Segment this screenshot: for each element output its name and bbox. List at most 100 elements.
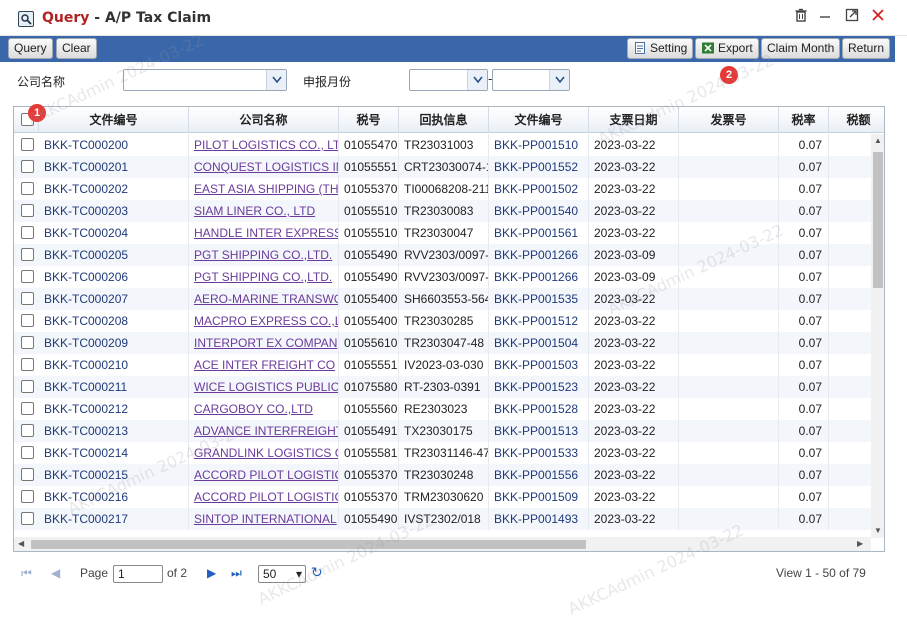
cell-receipt-info: RE2303023 (399, 398, 489, 420)
row-checkbox[interactable] (21, 446, 34, 459)
col-tax-amount-header[interactable]: 税额 (829, 107, 884, 133)
vertical-scrollbar[interactable]: ▲ ▼ (871, 134, 884, 538)
cell-invoice-no (679, 332, 779, 354)
row-checkbox[interactable] (21, 490, 34, 503)
minimize-icon[interactable] (815, 8, 835, 28)
cell-company-name[interactable]: WICE LOGISTICS PUBLIC (189, 376, 339, 398)
first-page-icon[interactable]: ⏮ (21, 566, 32, 581)
row-checkbox[interactable] (21, 160, 34, 173)
col-invoice-no-header[interactable]: 发票号 (679, 107, 779, 133)
cell-company-name[interactable]: GRANDLINK LOGISTICS C (189, 442, 339, 464)
cell-company-name[interactable]: ACE INTER FREIGHT CO (189, 354, 339, 376)
cell-company-name[interactable]: INTERPORT EX COMPAN (189, 332, 339, 354)
horizontal-scroll-thumb[interactable] (31, 540, 586, 549)
export-button[interactable]: Export (695, 38, 759, 59)
table-row[interactable]: BKK-TC000200 PILOT LOGISTICS CO., LTD 0105… (14, 134, 871, 156)
month-select[interactable] (492, 69, 570, 91)
table-row[interactable]: BKK-TC000201 CONQUEST LOGISTICS INC 010555… (14, 156, 871, 178)
cell-company-name[interactable]: PILOT LOGISTICS CO., LTD (189, 134, 339, 156)
cell-company-name[interactable]: EAST ASIA SHIPPING (TH (189, 178, 339, 200)
claim-month-button[interactable]: Claim Month (761, 38, 841, 59)
scroll-up-icon[interactable]: ▲ (874, 134, 882, 148)
row-checkbox[interactable] (21, 226, 34, 239)
clear-button[interactable]: Clear (56, 38, 97, 59)
table-row[interactable]: BKK-TC000211 WICE LOGISTICS PUBLIC 0107558… (14, 376, 871, 398)
row-checkbox[interactable] (21, 358, 34, 371)
cell-company-name[interactable]: MACPRO EXPRESS CO.,L (189, 310, 339, 332)
query-button[interactable]: Query (8, 38, 53, 59)
cell-tax-rate: 0.07 (779, 332, 829, 354)
horizontal-scrollbar[interactable]: ◀ ▶ (14, 537, 871, 551)
prev-page-icon[interactable]: ◀ (51, 566, 60, 580)
scroll-left-icon[interactable]: ◀ (18, 537, 24, 551)
table-row[interactable]: BKK-TC000203 SIAM LINER CO., LTD 01055510 T… (14, 200, 871, 222)
cell-company-name[interactable]: PGT SHIPPING CO.,LTD. (189, 266, 339, 288)
setting-button[interactable]: Setting (627, 38, 694, 59)
cell-tax-rate: 0.07 (779, 200, 829, 222)
cell-company-name[interactable]: ACCORD PILOT LOGISTIC (189, 486, 339, 508)
row-checkbox[interactable] (21, 182, 34, 195)
row-checkbox[interactable] (21, 468, 34, 481)
cell-tax-no: 01055370 (339, 486, 399, 508)
cell-company-name[interactable]: ADVANCE INTERFREIGHT (189, 420, 339, 442)
table-row[interactable]: BKK-TC000202 EAST ASIA SHIPPING (TH 010553… (14, 178, 871, 200)
cell-company-name[interactable]: CONQUEST LOGISTICS INC (189, 156, 339, 178)
trash-icon[interactable] (791, 8, 811, 28)
vertical-scroll-thumb[interactable] (873, 152, 883, 288)
table-row[interactable]: BKK-TC000212 CARGOBOY CO.,LTD 01055560 RE23… (14, 398, 871, 420)
row-checkbox[interactable] (21, 512, 34, 525)
col-tax-rate-header[interactable]: 税率 (779, 107, 829, 133)
cell-company-name[interactable]: AERO-MARINE TRANSWO (189, 288, 339, 310)
row-checkbox[interactable] (21, 314, 34, 327)
table-row[interactable]: BKK-TC000206 PGT SHIPPING CO.,LTD. 0105549… (14, 266, 871, 288)
last-page-icon[interactable]: ⏭ (231, 566, 242, 581)
col-check-date-header[interactable]: 支票日期 (589, 107, 679, 133)
table-row[interactable]: BKK-TC000215 ACCORD PILOT LOGISTIC 0105537… (14, 464, 871, 486)
table-row[interactable]: BKK-TC000204 HANDLE INTER EXPRESS 01055510… (14, 222, 871, 244)
col-receipt-header[interactable]: 回执信息 (399, 107, 489, 133)
row-checkbox[interactable] (21, 270, 34, 283)
refresh-icon[interactable]: ↻ (311, 564, 323, 581)
year-select[interactable] (409, 69, 488, 91)
cell-company-name[interactable]: SIAM LINER CO., LTD (189, 200, 339, 222)
cell-company-name[interactable]: SINTOP INTERNATIONAL (189, 508, 339, 530)
return-button[interactable]: Return (842, 38, 891, 59)
row-checkbox[interactable] (21, 380, 34, 393)
table-row[interactable]: BKK-TC000214 GRANDLINK LOGISTICS C 0105558… (14, 442, 871, 464)
cell-invoice-no (679, 222, 779, 244)
table-row[interactable]: BKK-TC000209 INTERPORT EX COMPAN 01055610 T… (14, 332, 871, 354)
cell-company-name[interactable]: PGT SHIPPING CO.,LTD. (189, 244, 339, 266)
row-checkbox[interactable] (21, 248, 34, 261)
table-row[interactable]: BKK-TC000213 ADVANCE INTERFREIGHT 01055491… (14, 420, 871, 442)
company-select[interactable] (123, 69, 287, 91)
table-row[interactable]: BKK-TC000205 PGT SHIPPING CO.,LTD. 0105549… (14, 244, 871, 266)
cell-tax-no: 01055490 (339, 244, 399, 266)
cell-company-name[interactable]: CARGOBOY CO.,LTD (189, 398, 339, 420)
close-icon[interactable] (868, 8, 888, 28)
scroll-down-icon[interactable]: ▼ (874, 524, 882, 538)
table-row[interactable]: BKK-TC000216 ACCORD PILOT LOGISTIC 0105537… (14, 486, 871, 508)
table-row[interactable]: BKK-TC000207 AERO-MARINE TRANSWO 01055400 S… (14, 288, 871, 310)
page-size-select[interactable]: 50 ▾ (258, 565, 306, 583)
page-input[interactable]: 1 (113, 565, 163, 583)
cell-doc-no: BKK-PP001552 (489, 156, 589, 178)
toolbar: Query Clear Setting Export Claim Month R… (0, 36, 895, 62)
table-row[interactable]: BKK-TC000217 SINTOP INTERNATIONAL 01055490… (14, 508, 871, 530)
next-page-icon[interactable]: ▶ (207, 566, 216, 580)
maximize-icon[interactable] (842, 8, 862, 28)
row-checkbox[interactable] (21, 402, 34, 415)
row-checkbox[interactable] (21, 424, 34, 437)
col-doc-no-header[interactable]: 文件编号 (489, 107, 589, 133)
row-checkbox[interactable] (21, 292, 34, 305)
table-row[interactable]: BKK-TC000210 ACE INTER FREIGHT CO 01055551… (14, 354, 871, 376)
row-checkbox[interactable] (21, 336, 34, 349)
col-tax-no-header[interactable]: 税号 (339, 107, 399, 133)
cell-company-name[interactable]: HANDLE INTER EXPRESS (189, 222, 339, 244)
col-file-no-header[interactable]: 文件编号 (39, 107, 189, 133)
scroll-right-icon[interactable]: ▶ (857, 537, 863, 551)
row-checkbox[interactable] (21, 138, 34, 151)
table-row[interactable]: BKK-TC000208 MACPRO EXPRESS CO.,L 01055400… (14, 310, 871, 332)
cell-company-name[interactable]: ACCORD PILOT LOGISTIC (189, 464, 339, 486)
row-checkbox[interactable] (21, 204, 34, 217)
col-company-header[interactable]: 公司名称 (189, 107, 339, 133)
